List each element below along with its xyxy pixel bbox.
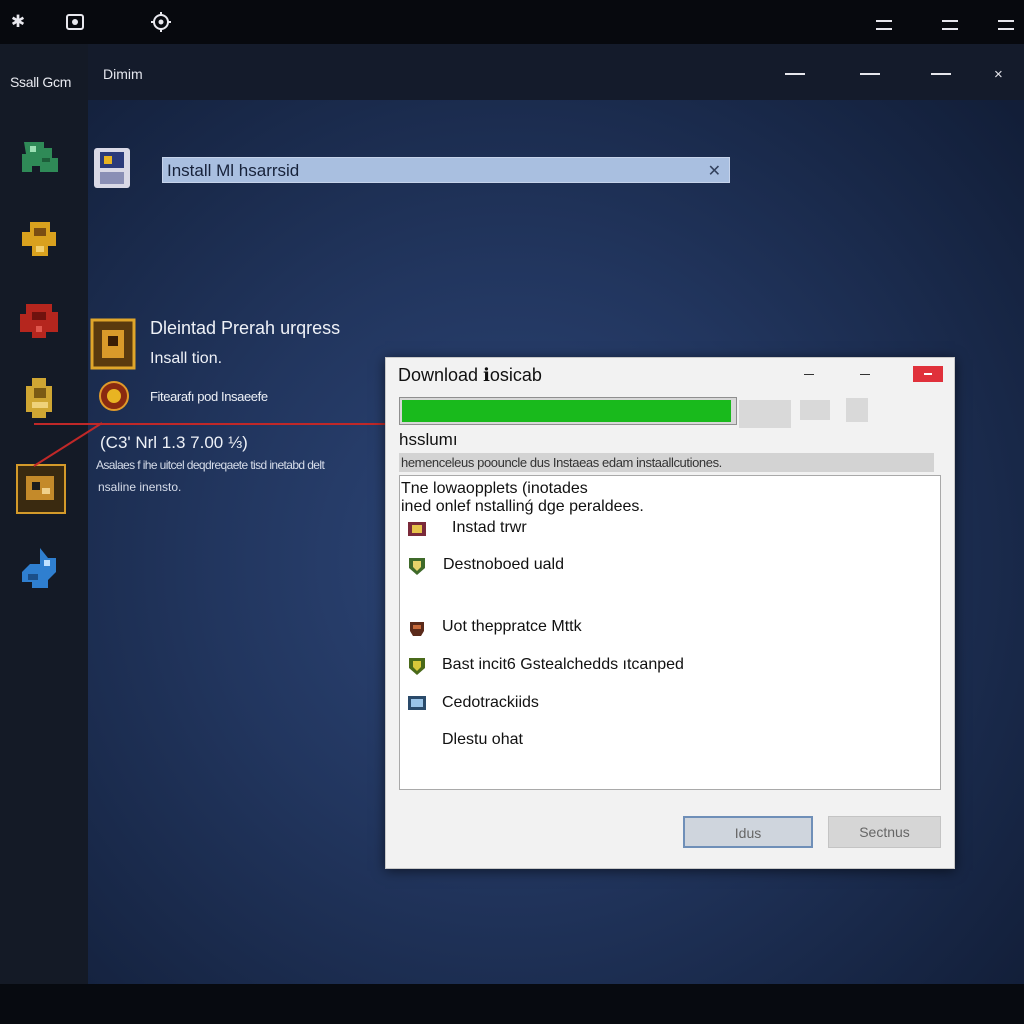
list-item-label: Bast incit6 Gstealchedds ıtcanped <box>442 656 684 673</box>
app-icon <box>92 146 132 190</box>
shield-icon <box>409 658 425 675</box>
dialog-section-label: hsslumı <box>399 430 458 449</box>
list-item-label: Dlestu ohat <box>442 731 523 748</box>
monitor-icon <box>408 696 426 710</box>
download-dialog: Download ℹosicab hsslumı hemenceleus poo… <box>385 357 955 869</box>
settings-gear-icon[interactable] <box>150 11 172 33</box>
dialog-restore-icon[interactable] <box>860 374 870 375</box>
close-icon[interactable]: ✕ <box>708 161 721 181</box>
menu-icon[interactable] <box>876 20 892 30</box>
selected-game-icon[interactable] <box>16 464 66 514</box>
game-cover-icon <box>90 318 136 370</box>
game-description-line1: Asalaes f ihe uitcel deqdreqaete tisd in… <box>96 458 325 472</box>
blue-creature-icon[interactable] <box>16 544 64 592</box>
download-progress-bar <box>399 397 737 425</box>
shield-icon <box>409 558 425 575</box>
secondary-button[interactable]: Sectnus <box>828 816 941 848</box>
list-item-label: Uot theppratce Mttk <box>442 618 582 635</box>
placeholder-block <box>846 398 868 422</box>
panel-description-line1: Tne lowaopplets (inotades <box>401 480 588 497</box>
install-bar-text: Install Ml hsarrsid <box>167 161 300 180</box>
info-row-text: hemenceleus poouncle dus Instaeas edam i… <box>401 455 722 470</box>
window-title: Dimim <box>103 66 143 82</box>
menu-icon[interactable] <box>942 20 958 30</box>
game-title: Dleintad Prerah urqress <box>150 318 341 338</box>
window-header: Dimim × <box>88 44 1024 100</box>
maximize-icon[interactable] <box>931 73 951 75</box>
bottom-taskbar <box>0 984 1024 1024</box>
red-warrior-icon[interactable] <box>16 296 64 344</box>
gold-figure-icon[interactable] <box>16 374 64 422</box>
list-item-label: Instad trwr <box>452 519 527 536</box>
install-bar[interactable]: Install Ml hsarrsid ✕ <box>162 157 730 183</box>
game-subtitle: Insall tion. <box>150 350 223 367</box>
sidebar-title: Ssall Gcm <box>10 74 72 90</box>
game-note: Fitearafı pod Insaeefe <box>150 389 268 404</box>
primary-button[interactable]: Idus <box>683 816 813 848</box>
gamepad-icon[interactable] <box>64 11 86 33</box>
helmet-icon <box>410 622 424 636</box>
game-description-line2: nsaline inensto. <box>98 480 182 494</box>
dialog-title: Download ℹosicab <box>398 365 542 385</box>
list-item-label: Cedotrackiids <box>442 694 539 711</box>
install-icon <box>408 522 426 536</box>
list-item-label: Destnoboed uald <box>443 556 564 573</box>
install-options-panel: Tne lowaopplets (inotades ined onlef nst… <box>399 475 941 790</box>
dialog-close-button[interactable] <box>913 366 943 382</box>
restore-icon[interactable] <box>860 73 880 75</box>
puzzle-icon[interactable]: ✱ <box>7 11 29 33</box>
minimize-icon[interactable] <box>785 73 805 75</box>
close-icon[interactable]: × <box>994 66 1003 83</box>
yellow-knight-icon[interactable] <box>16 216 64 264</box>
info-row: hemenceleus poouncle dus Instaeas edam i… <box>399 453 934 472</box>
menu-icon[interactable] <box>998 20 1014 30</box>
placeholder-block <box>800 400 830 420</box>
panel-description-line2: ined onlef nstallinǵ dge peraldees. <box>401 498 644 515</box>
dialog-minimize-icon[interactable] <box>804 374 814 375</box>
game-price: (C3' Nrl 1.3 7.00 ⅓) <box>100 433 248 452</box>
placeholder-block <box>739 400 791 428</box>
green-creature-icon[interactable] <box>16 132 64 180</box>
close-icon <box>924 373 932 375</box>
warning-icon <box>98 380 130 412</box>
top-system-bar: ✱ <box>0 0 1024 44</box>
progress-fill <box>402 400 731 422</box>
